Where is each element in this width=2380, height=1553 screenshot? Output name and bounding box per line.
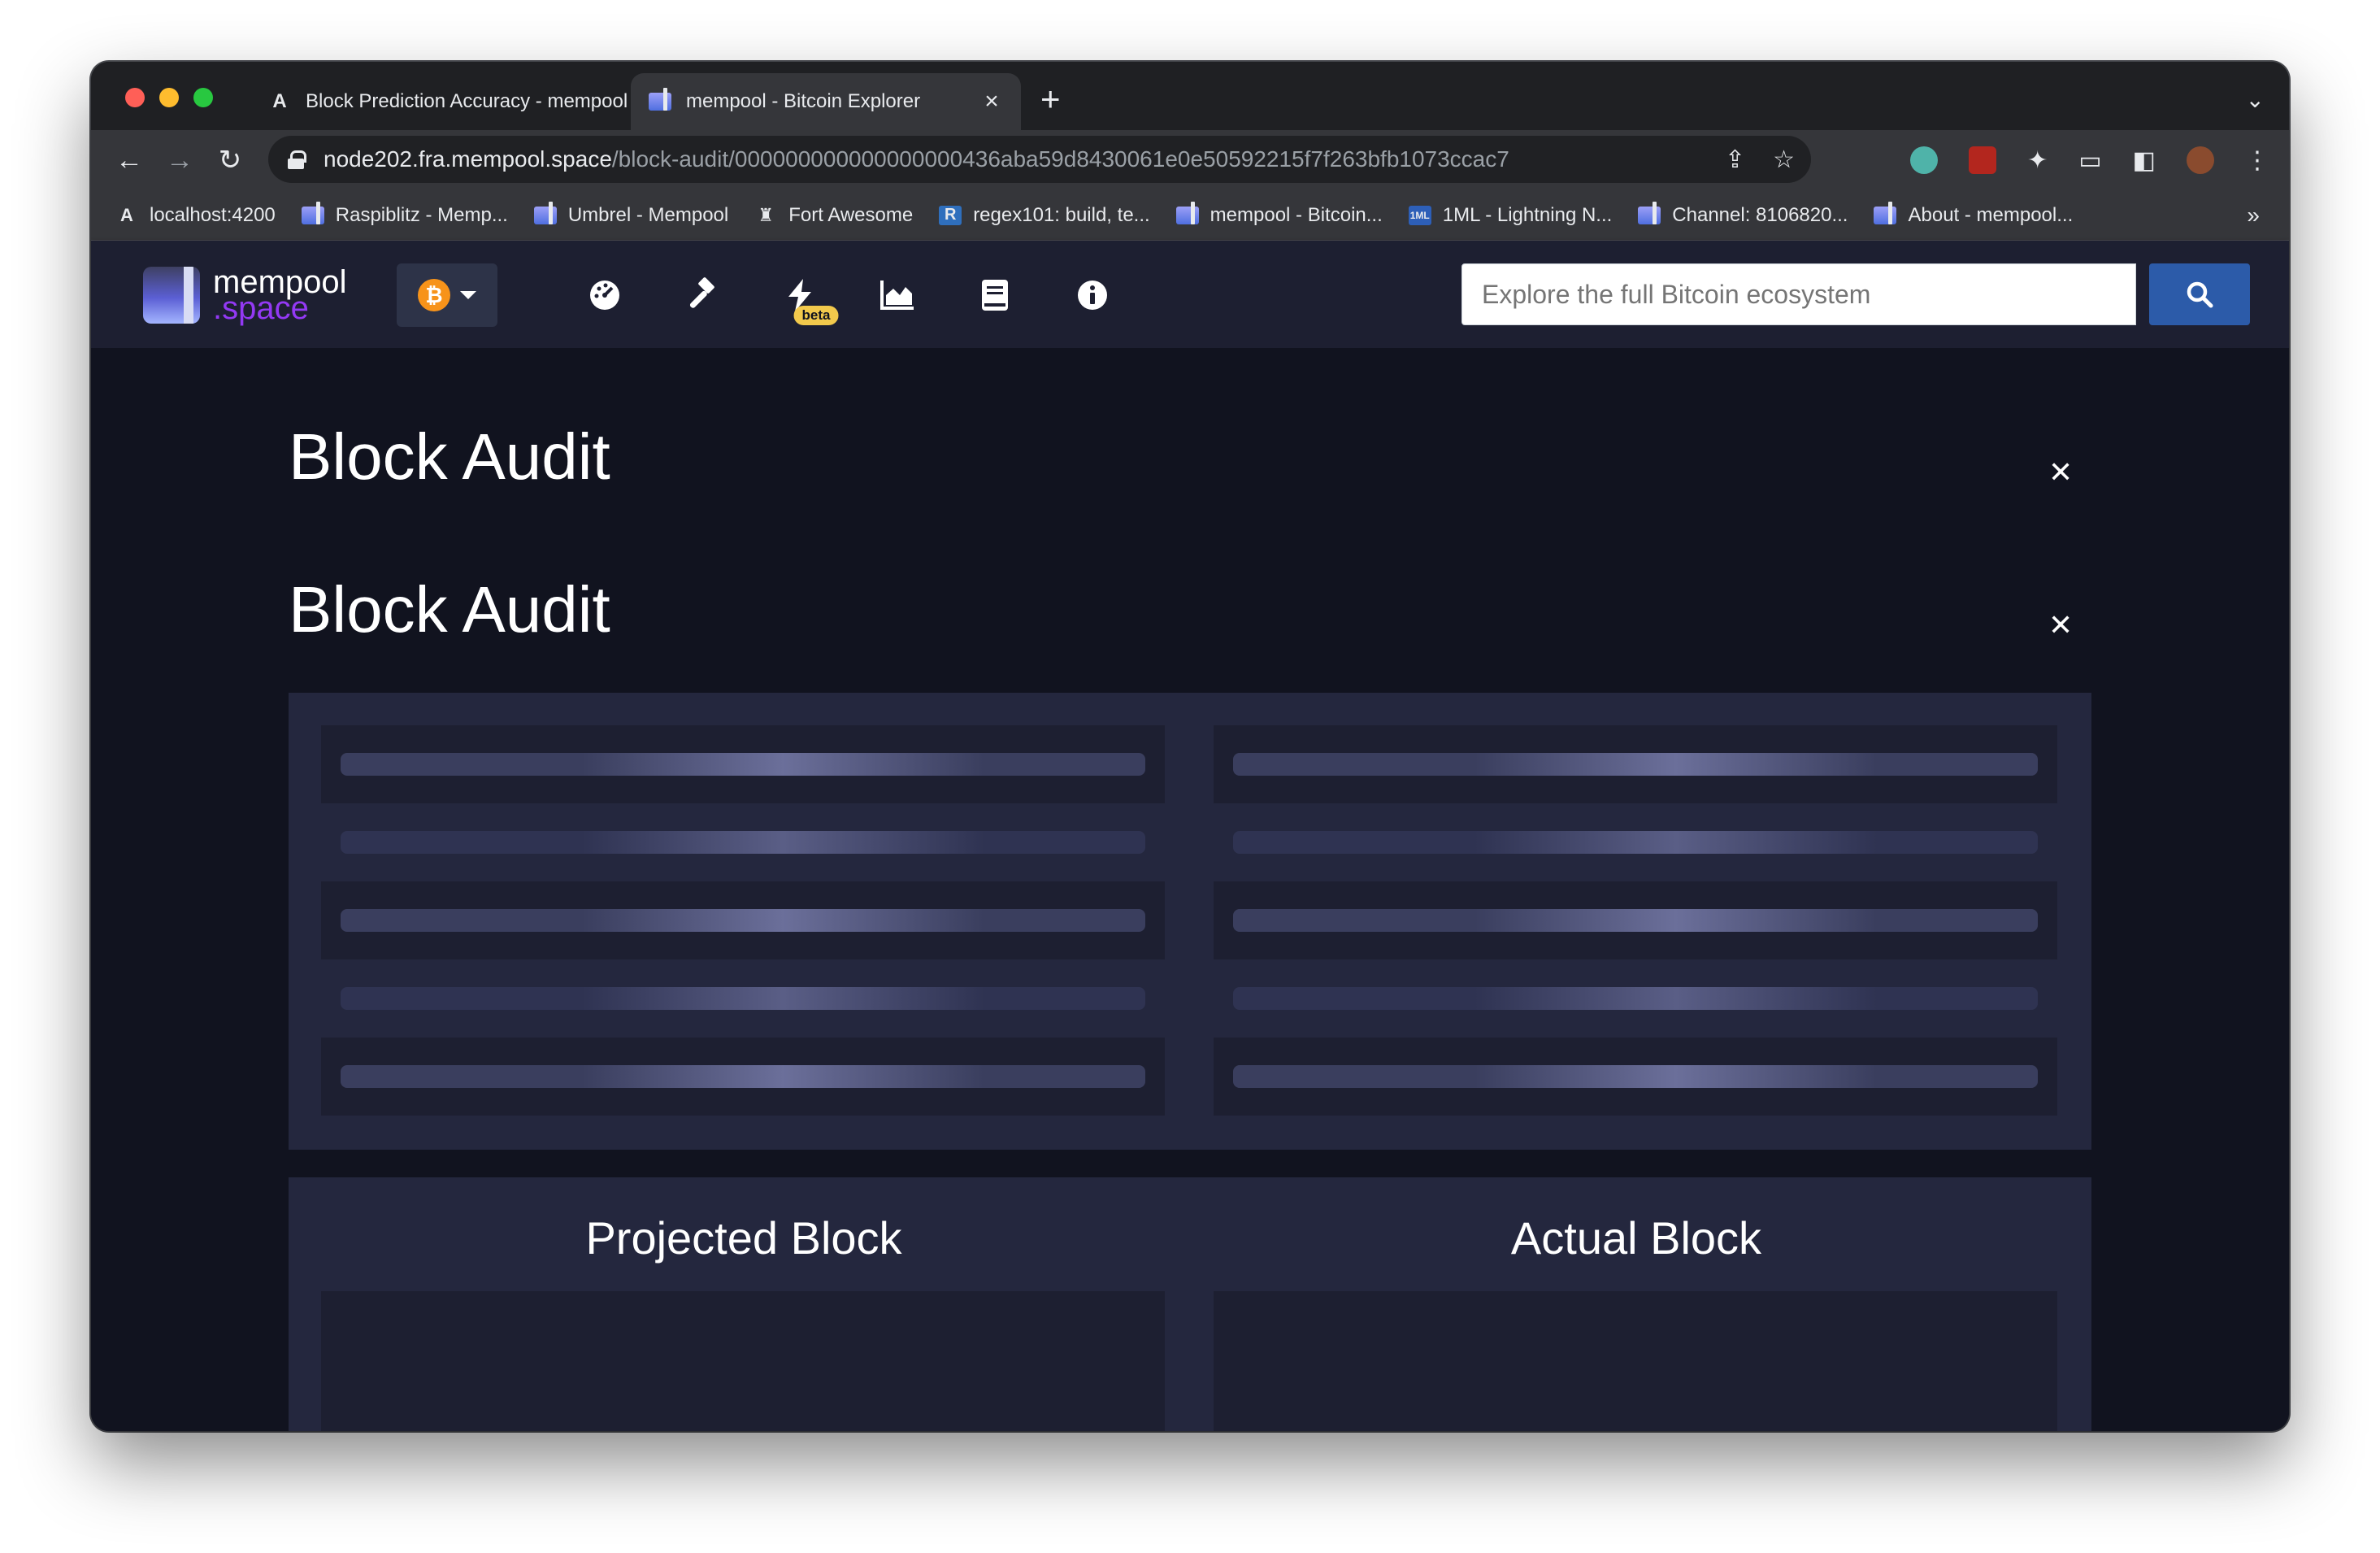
- menu-kebab-icon[interactable]: ⋮: [2245, 146, 2269, 175]
- lock-icon[interactable]: [288, 150, 306, 169]
- nav-graphs[interactable]: [849, 263, 946, 327]
- block-comparison: Projected Block Actual Block: [289, 1177, 2091, 1431]
- close-icon[interactable]: ✕: [2048, 608, 2073, 642]
- zoom-window-button[interactable]: [193, 88, 213, 107]
- share-icon[interactable]: ⇪: [1725, 146, 1745, 174]
- window-controls: [125, 88, 213, 107]
- nav-mining[interactable]: [654, 263, 751, 327]
- projected-block-title: Projected Block: [585, 1212, 902, 1264]
- app-header: mempool .space ₿ beta: [91, 241, 2289, 348]
- nav-lightning[interactable]: beta: [751, 263, 849, 327]
- ublock-icon[interactable]: [1969, 146, 1997, 174]
- castle-icon: ♜: [758, 204, 775, 225]
- bitcoin-icon: ₿: [418, 279, 450, 311]
- angular-icon: A: [120, 204, 133, 225]
- network-selector[interactable]: ₿: [397, 263, 497, 327]
- mempool-logo-icon: [143, 267, 200, 324]
- back-arrow-icon[interactable]: ←: [104, 145, 154, 176]
- bookmark-fort-awesome[interactable]: ♜ Fort Awesome: [754, 204, 913, 227]
- gauge-icon: [590, 281, 619, 310]
- actual-block-visual[interactable]: [1214, 1291, 2057, 1431]
- mempool-icon: [1175, 201, 1199, 225]
- angular-icon: A: [272, 90, 287, 112]
- bookmark-star-icon[interactable]: ☆: [1773, 146, 1795, 174]
- search-input[interactable]: [1461, 263, 2136, 325]
- close-icon[interactable]: ✕: [2048, 455, 2073, 489]
- reload-icon[interactable]: ↻: [205, 144, 255, 176]
- url-path: /block-audit/000000000000000000436aba59d…: [611, 146, 1509, 172]
- skeleton-row: [321, 881, 1165, 959]
- new-tab-icon[interactable]: +: [1040, 82, 1061, 116]
- beta-badge: beta: [793, 306, 839, 325]
- minimize-window-button[interactable]: [159, 88, 179, 107]
- bookmarks-bar: Alocalhost:4200 Raspiblitz - Memp... Umb…: [91, 190, 2289, 241]
- audit-summary-skeleton: [289, 693, 2091, 1150]
- close-window-button[interactable]: [125, 88, 145, 107]
- tab-mempool-explorer[interactable]: mempool - Bitcoin Explorer ×: [631, 73, 1021, 130]
- forward-arrow-icon[interactable]: →: [154, 145, 205, 176]
- bookmarks-overflow-icon[interactable]: »: [2247, 202, 2260, 228]
- extension-icon[interactable]: [1910, 146, 1939, 174]
- projected-block-visual[interactable]: [321, 1291, 1165, 1431]
- side-panel-icon[interactable]: ◧: [2133, 146, 2156, 175]
- bookmark-1ml[interactable]: 1ML 1ML - Lightning N...: [1408, 204, 1612, 227]
- mempool-icon: [649, 88, 671, 113]
- bookmark-about-mempool[interactable]: About - mempool...: [1874, 201, 2073, 227]
- book-icon: [982, 280, 1008, 311]
- bookmark-umbrel[interactable]: Umbrel - Mempool: [533, 201, 728, 227]
- nav-about[interactable]: [1044, 263, 1141, 327]
- mempool-icon: [1874, 201, 1897, 225]
- actual-block-title: Actual Block: [1510, 1212, 1762, 1264]
- regex-icon: R: [939, 205, 962, 225]
- skeleton-row: [321, 725, 1165, 803]
- skeleton-row: [1214, 959, 2057, 1038]
- address-bar[interactable]: node202.fra.mempool.space/block-audit/00…: [268, 136, 1811, 183]
- tab-search-chevron-icon[interactable]: ⌄: [2246, 86, 2265, 113]
- browser-window: A Block Prediction Accuracy - mempool × …: [91, 62, 2289, 1431]
- bookmark-localhost[interactable]: Alocalhost:4200: [115, 204, 276, 227]
- skeleton-row: [321, 803, 1165, 881]
- close-tab-icon[interactable]: ×: [980, 88, 1003, 115]
- puzzle-icon[interactable]: ✦: [2027, 146, 2048, 175]
- page-title-secondary: Block Audit: [289, 573, 610, 646]
- caret-down-icon: [460, 291, 476, 299]
- skeleton-row: [1214, 725, 2057, 803]
- area-chart-icon: [880, 281, 914, 310]
- skeleton-row: [1214, 881, 2057, 959]
- avatar[interactable]: [2187, 146, 2214, 174]
- 1ml-icon: 1ML: [1408, 205, 1431, 225]
- extensions-area: ✦ ▭ ◧ ⋮: [1910, 141, 2269, 179]
- tab-strip: A Block Prediction Accuracy - mempool × …: [91, 62, 2289, 130]
- bookmark-raspiblitz[interactable]: Raspiblitz - Memp...: [301, 201, 508, 227]
- bookmark-mempool[interactable]: mempool - Bitcoin...: [1175, 201, 1383, 227]
- mempool-logo[interactable]: mempool .space: [143, 266, 347, 324]
- skeleton-row: [321, 959, 1165, 1038]
- hammer-icon: [689, 277, 714, 308]
- info-icon: [1078, 281, 1107, 310]
- mempool-icon: [533, 201, 557, 225]
- nav-dashboard[interactable]: [556, 263, 654, 327]
- main-nav: beta: [556, 263, 1141, 327]
- bookmark-channel[interactable]: Channel: 8106820...: [1638, 201, 1848, 227]
- skeleton-row: [1214, 1038, 2057, 1116]
- mempool-icon: [1638, 201, 1661, 225]
- main-content: Block Audit ✕ Block Audit ✕ Projected Bl…: [91, 348, 2289, 1431]
- url-host: node202.fra.mempool.space: [324, 146, 612, 172]
- tab-title: mempool - Bitcoin Explorer: [686, 90, 921, 112]
- search-button[interactable]: [2149, 263, 2250, 325]
- mempool-icon: [301, 201, 324, 225]
- tab-title: Block Prediction Accuracy - mempool: [306, 90, 628, 112]
- cast-icon[interactable]: ▭: [2078, 146, 2101, 175]
- browser-toolbar: ← → ↻ node202.fra.mempool.space/block-au…: [91, 130, 2289, 190]
- skeleton-row: [321, 1038, 1165, 1116]
- nav-docs[interactable]: [946, 263, 1044, 327]
- skeleton-row: [1214, 803, 2057, 881]
- page-title: Block Audit: [289, 420, 610, 493]
- search-icon: [2187, 281, 2213, 308]
- bookmark-regex101[interactable]: Rregex101: build, te...: [939, 204, 1150, 227]
